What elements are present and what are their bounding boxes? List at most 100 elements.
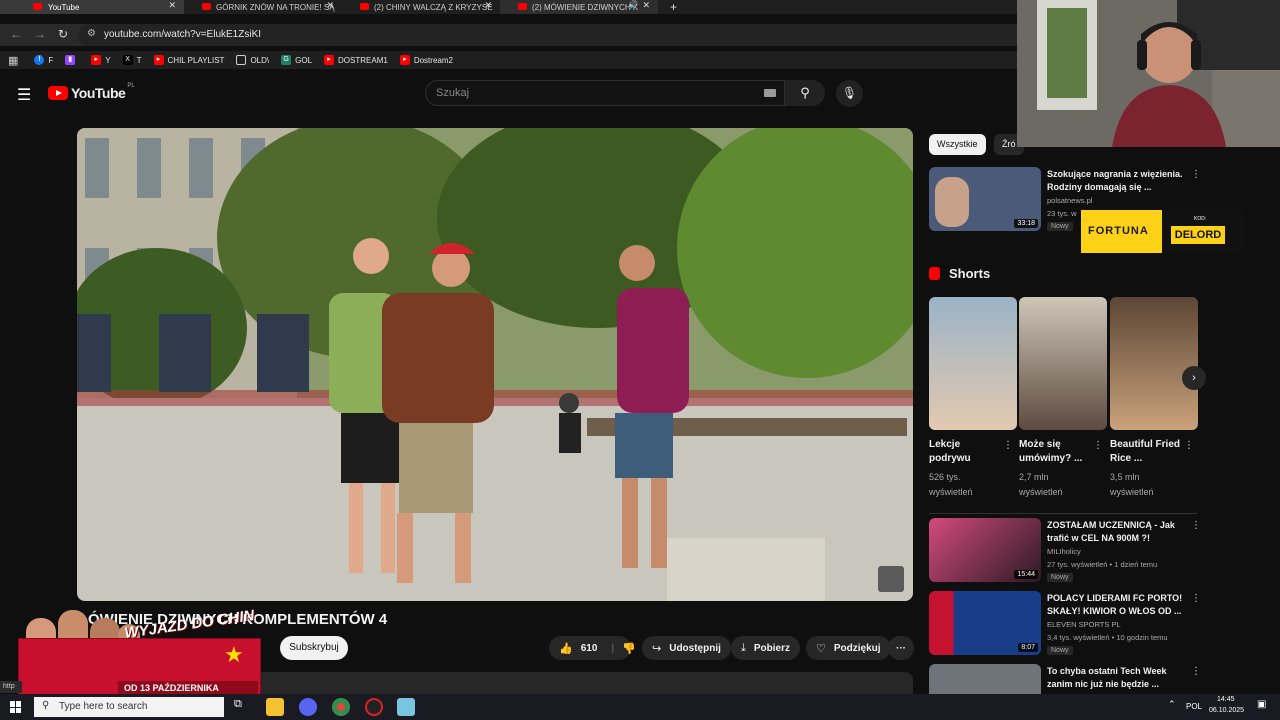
more-vert-icon[interactable]: ⋮ bbox=[1184, 440, 1194, 451]
video-thumbnail[interactable]: 15:44 bbox=[929, 518, 1041, 582]
star-icon: ★ bbox=[224, 642, 244, 667]
short-item[interactable]: Może się umówimy? ... 2,7 mln wyświetleń… bbox=[1019, 297, 1107, 500]
thumbs-up-icon[interactable]: 👍 bbox=[559, 642, 573, 655]
obs-icon[interactable] bbox=[365, 698, 383, 716]
video-thumbnail[interactable]: 33:18 bbox=[929, 167, 1041, 231]
tab-mowienie[interactable]: (2) MÓWIENIE DZIWNYCH K 🔊 ✕ bbox=[500, 0, 658, 14]
tab-label: GÓRNIK ZNÓW NA TRONIE! SĄ bbox=[216, 2, 335, 12]
back-icon[interactable]: ← bbox=[10, 27, 22, 41]
menu-icon[interactable]: ☰ bbox=[17, 85, 31, 105]
bookmark-t[interactable]: XT bbox=[122, 55, 142, 65]
recommendation-item[interactable]: 15:44 ZOSTAŁAM UCZENNICĄ - Jak trafić w … bbox=[929, 518, 1201, 584]
short-thumbnail[interactable] bbox=[1019, 297, 1107, 430]
search-input[interactable]: Szukaj bbox=[425, 80, 785, 106]
video-thumbnail[interactable]: 8:07 bbox=[929, 591, 1041, 655]
speaker-icon[interactable]: 🔊 bbox=[628, 0, 638, 9]
bookmark-twitch[interactable]: ▮ bbox=[65, 55, 79, 65]
short-thumbnail[interactable] bbox=[929, 297, 1017, 430]
chip-all[interactable]: Wszystkie bbox=[929, 134, 986, 155]
voice-search-button[interactable]: 🎙 bbox=[836, 80, 863, 107]
stream-promo-overlay: ★ WYJAZD DO CHIN OD 13 PAŹDZIERNIKA bbox=[18, 607, 261, 698]
bookmark-f[interactable]: fF bbox=[34, 55, 53, 65]
youtube-play-icon bbox=[48, 86, 68, 100]
apps-grid-icon[interactable]: ▦ bbox=[8, 54, 18, 67]
close-tab-icon[interactable]: ✕ bbox=[642, 0, 650, 11]
folder-icon bbox=[236, 55, 247, 65]
clock-time[interactable]: 14:45 bbox=[1217, 696, 1235, 703]
bookmark-gol[interactable]: G GOL bbox=[281, 55, 312, 65]
channel-name[interactable]: MILIholicy bbox=[1047, 547, 1081, 556]
channel-watermark-icon[interactable] bbox=[878, 566, 904, 592]
thumbnail-figure bbox=[935, 177, 969, 227]
video-player[interactable] bbox=[77, 128, 913, 601]
clock-date[interactable]: 06.10.2025 bbox=[1209, 707, 1244, 714]
chevron-right-icon[interactable]: › bbox=[1182, 366, 1206, 390]
like-count[interactable]: 610 bbox=[581, 643, 598, 654]
webcam-feed bbox=[1017, 0, 1280, 147]
thumbs-down-icon[interactable]: 👎 bbox=[622, 642, 636, 655]
bookmark-dostream2[interactable]: ▸ Dostream2 bbox=[399, 55, 453, 65]
more-vert-icon[interactable]: ⋮ bbox=[1003, 440, 1013, 451]
bookmark-label: DOSTREAM1 bbox=[338, 55, 388, 65]
site-info-icon[interactable]: ⚙ bbox=[87, 28, 96, 39]
more-vert-icon[interactable]: ⋮ bbox=[1093, 440, 1103, 451]
youtube-logo[interactable]: YouTube PL bbox=[48, 83, 135, 101]
tab-label: (2) MÓWIENIE DZIWNYCH K bbox=[532, 2, 639, 12]
close-tab-icon[interactable]: ✕ bbox=[168, 0, 176, 11]
recommendation-item[interactable]: 8:07 POLACY LIDERAMI FC PORTO! SKAŁY! KI… bbox=[929, 591, 1201, 657]
video-thumbnail[interactable] bbox=[929, 664, 1041, 694]
notepad-icon[interactable] bbox=[397, 698, 415, 716]
channel-name[interactable]: polsatnews.pl bbox=[1047, 196, 1092, 205]
keyboard-icon[interactable] bbox=[764, 89, 776, 97]
notifications-icon[interactable]: ▣ bbox=[1257, 699, 1266, 710]
divider bbox=[929, 513, 1197, 514]
language-indicator[interactable]: POL bbox=[1186, 702, 1202, 711]
divider: | bbox=[611, 642, 615, 654]
close-tab-icon[interactable]: ✕ bbox=[326, 0, 334, 11]
forward-icon[interactable]: → bbox=[34, 27, 46, 41]
taskbar-search-placeholder: Type here to search bbox=[59, 701, 148, 712]
more-vert-icon[interactable]: ⋮ bbox=[1191, 666, 1199, 677]
search-button[interactable]: ⚲ bbox=[785, 80, 825, 106]
share-button[interactable]: ↪ Udostępnij bbox=[642, 636, 731, 660]
more-vert-icon[interactable]: ⋮ bbox=[1191, 520, 1201, 531]
close-tab-icon[interactable]: ✕ bbox=[484, 0, 492, 11]
chrome-icon[interactable] bbox=[332, 698, 350, 716]
subscribe-button[interactable]: Subskrybuj bbox=[280, 636, 348, 660]
file-explorer-icon[interactable] bbox=[266, 698, 284, 716]
share-label: Udostępnij bbox=[669, 642, 721, 654]
more-vert-icon[interactable]: ⋮ bbox=[1191, 593, 1201, 604]
more-actions-button[interactable]: ··· bbox=[888, 636, 914, 660]
thanks-button[interactable]: ♡ Podziękuj bbox=[806, 636, 891, 660]
tab-chiny[interactable]: (2) CHINY WALCZĄ Z KRYZYSE ✕ bbox=[342, 0, 500, 14]
bookmark-old[interactable]: OLD\ bbox=[236, 55, 269, 65]
discord-icon[interactable] bbox=[299, 698, 317, 716]
bookmark-label: Dostream2 bbox=[413, 55, 453, 65]
youtube-icon: ▸ bbox=[324, 55, 335, 65]
short-item[interactable]: Lekcje podrywu 526 tys. wyświetleń ⋮ bbox=[929, 297, 1017, 500]
download-icon: ⤓ bbox=[741, 641, 746, 654]
download-button[interactable]: ⤓ Pobierz bbox=[731, 636, 800, 660]
gol-icon: G bbox=[281, 55, 292, 65]
tab-gornik[interactable]: GÓRNIK ZNÓW NA TRONIE! SĄ ✕ bbox=[184, 0, 342, 14]
windows-start-icon[interactable] bbox=[10, 701, 22, 713]
taskbar-search-input[interactable]: ⚲ Type here to search bbox=[34, 697, 224, 717]
short-item[interactable]: Beautiful Fried Rice ... 3,5 mln wyświet… bbox=[1110, 297, 1198, 500]
channel-name[interactable]: ELEVEN SPORTS PL bbox=[1047, 620, 1121, 629]
screen: ⌄ YouTube ✕ GÓRNIK ZNÓW NA TRONIE! SĄ ✕ … bbox=[0, 0, 1280, 720]
tab-youtube[interactable]: YouTube ✕ bbox=[0, 0, 184, 14]
reload-icon[interactable]: ↻ bbox=[58, 27, 68, 41]
bookmark-y[interactable]: ▸ Y bbox=[91, 55, 111, 65]
task-view-icon[interactable]: ⧉ bbox=[234, 698, 252, 716]
x-icon: X bbox=[122, 55, 133, 65]
url-field[interactable]: ⚙ youtube.com/watch?v=ElukE1ZsiKI bbox=[78, 24, 1028, 46]
new-tab-icon[interactable]: + bbox=[670, 0, 677, 14]
bookmark-chil-playlist[interactable]: ▸ CHIL PLAYLIST bbox=[153, 55, 224, 65]
video-duration: 33:18 bbox=[1014, 219, 1038, 228]
recommendation-item[interactable]: To chyba ostatni Tech Week zanim nic już… bbox=[929, 664, 1199, 694]
short-thumbnail[interactable] bbox=[1110, 297, 1198, 430]
more-vert-icon[interactable]: ⋮ bbox=[1191, 169, 1201, 180]
tray-chevron-up-icon[interactable]: ⌃ bbox=[1168, 699, 1176, 710]
twitch-icon: ▮ bbox=[65, 55, 76, 65]
bookmark-dostream1[interactable]: ▸ DOSTREAM1 bbox=[324, 55, 388, 65]
